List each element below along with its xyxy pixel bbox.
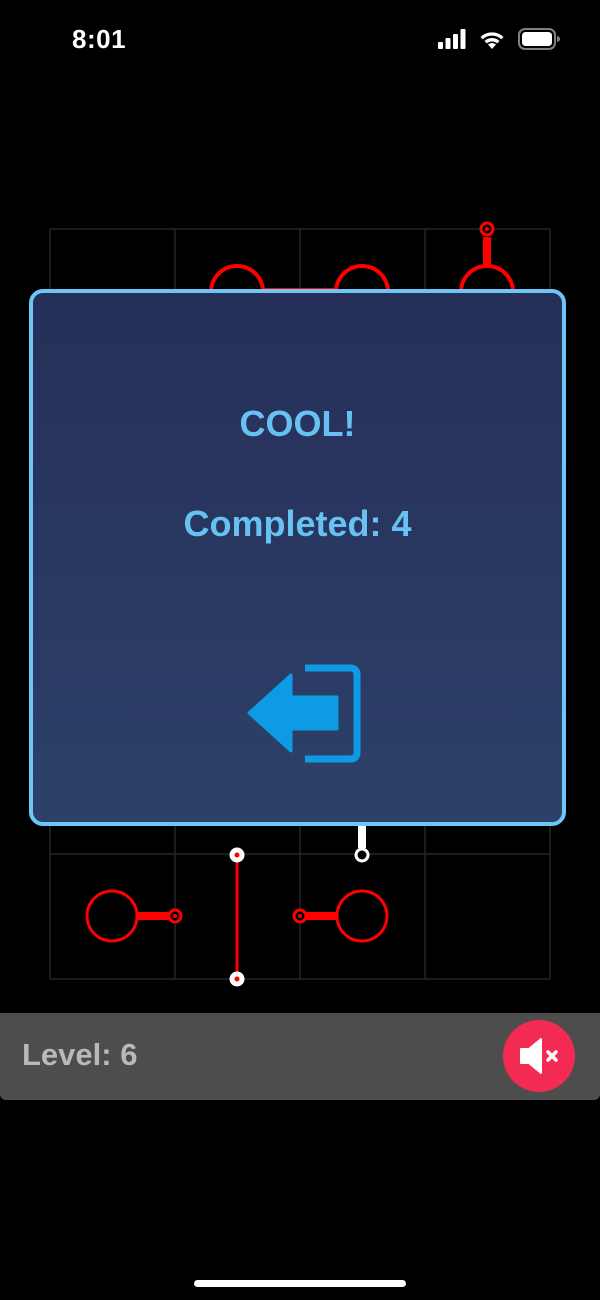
level-label: Level: 6 <box>22 1037 138 1072</box>
completed-count: Completed: 4 <box>183 503 412 544</box>
tile-wire-r6c2[interactable] <box>229 847 245 987</box>
home-indicator[interactable] <box>194 1280 406 1287</box>
game-screen: 8:01 COOL! Completed: 4 Level: 6 <box>0 0 600 1300</box>
exit-arrow-icon <box>247 664 361 763</box>
mute-button[interactable] <box>503 1020 575 1092</box>
tile-bulb-r6c3[interactable] <box>292 889 389 943</box>
bottom-bar: Level: 6 <box>0 1013 600 1100</box>
level-complete-dialog: COOL! Completed: 4 <box>29 289 566 826</box>
speaker-muted-icon <box>520 1038 558 1074</box>
tile-powered-wire[interactable] <box>354 826 370 863</box>
tile-bulb-r6c1[interactable] <box>85 889 183 943</box>
dialog-title: COOL! <box>239 403 356 444</box>
exit-button[interactable] <box>243 663 363 763</box>
